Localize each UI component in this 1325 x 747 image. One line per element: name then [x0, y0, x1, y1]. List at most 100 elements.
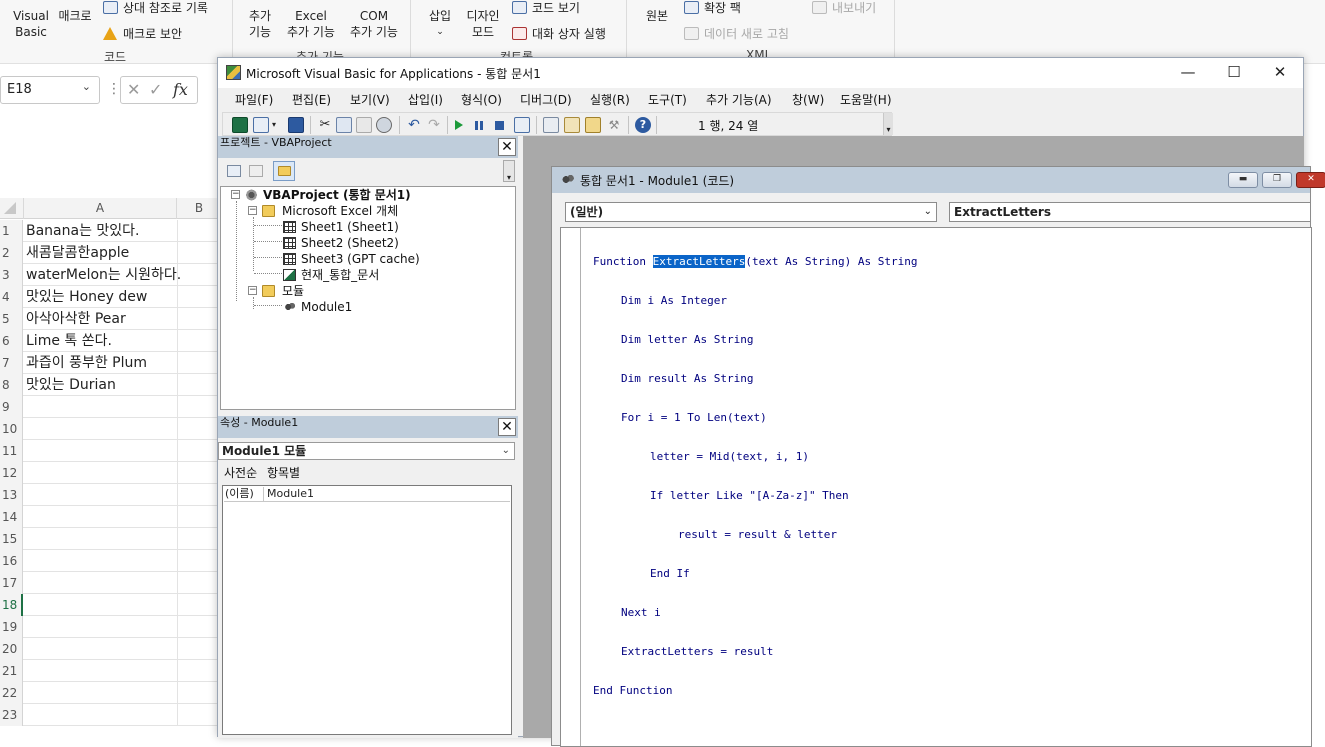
tab-categorized[interactable]: 항목별	[267, 466, 300, 480]
cell-a[interactable]	[26, 550, 176, 572]
menu-edit[interactable]: 편집(E)	[292, 91, 331, 108]
row-number[interactable]: 1	[0, 220, 23, 242]
row-number[interactable]: 2	[0, 242, 23, 264]
code-minimize-button[interactable]: ▬	[1228, 172, 1258, 188]
cell-a[interactable]: 맛있는 Honey dew	[26, 286, 176, 308]
design-mode-icon[interactable]	[514, 117, 530, 133]
menu-debug[interactable]: 디버그(D)	[520, 91, 572, 108]
row-number[interactable]: 21	[0, 660, 23, 682]
tree-item-sheet2[interactable]: Sheet2 (Sheet2)	[301, 236, 399, 251]
cell-a[interactable]	[26, 462, 176, 484]
tree-item-sheet3[interactable]: Sheet3 (GPT cache)	[301, 252, 420, 267]
run-dialog-button[interactable]: 대화 상자 실행	[512, 26, 606, 42]
menu-tools[interactable]: 도구(T)	[648, 91, 687, 108]
cell-a[interactable]: waterMelon는 시원하다.	[26, 264, 181, 286]
code-restore-button[interactable]: ❐	[1262, 172, 1292, 188]
row-number[interactable]: 9	[0, 396, 23, 418]
properties-icon[interactable]	[564, 117, 580, 133]
chevron-down-icon[interactable]: ⌄	[502, 443, 510, 459]
row-number[interactable]: 20	[0, 638, 23, 660]
row-number[interactable]: 3	[0, 264, 23, 286]
insert-module-icon[interactable]	[253, 117, 269, 133]
menu-file[interactable]: 파일(F)	[235, 91, 273, 108]
enter-icon[interactable]: ✓	[149, 80, 162, 99]
row-number[interactable]: 11	[0, 440, 23, 462]
xml-source-button[interactable]: 원본	[640, 8, 674, 24]
row-number[interactable]: 23	[0, 704, 23, 726]
cell-a[interactable]	[26, 704, 176, 726]
reset-icon[interactable]	[495, 121, 504, 130]
cell-a[interactable]	[26, 484, 176, 506]
code-editor[interactable]: Function ExtractLetters(text As String) …	[560, 227, 1312, 747]
cell-a[interactable]	[26, 396, 176, 418]
row-number[interactable]: 10	[0, 418, 23, 440]
row-number[interactable]: 19	[0, 616, 23, 638]
paste-icon[interactable]	[356, 117, 372, 133]
menu-run[interactable]: 실행(R)	[590, 91, 630, 108]
tree-item-sheet1[interactable]: Sheet1 (Sheet1)	[301, 220, 399, 235]
close-icon[interactable]: ✕	[498, 418, 516, 436]
more-options-icon[interactable]: ⋮	[107, 81, 121, 97]
chevron-down-icon[interactable]: ⌄	[82, 80, 91, 93]
cell-a[interactable]	[26, 616, 176, 638]
menu-help[interactable]: 도움말(H)	[840, 91, 892, 108]
row-number[interactable]: 5	[0, 308, 23, 330]
close-icon[interactable]: ✕	[498, 138, 516, 156]
toolbar-overflow[interactable]: ▾	[883, 113, 893, 135]
cut-icon[interactable]: ✂	[317, 117, 333, 133]
cell-a[interactable]	[26, 660, 176, 682]
macro-button[interactable]: 매크로	[55, 8, 95, 24]
help-icon[interactable]: ?	[635, 117, 651, 133]
code-margin[interactable]	[561, 228, 581, 746]
cell-a[interactable]	[26, 528, 176, 550]
menu-addins[interactable]: 추가 기능(A)	[706, 91, 772, 108]
design-mode-button[interactable]: 디자인 모드	[462, 8, 504, 40]
cell-a[interactable]: Banana는 맛있다.	[26, 220, 176, 242]
com-addins-button[interactable]: COM 추가 기능	[345, 8, 403, 40]
cell-a[interactable]	[26, 594, 176, 616]
insert-control-button[interactable]: 삽입 ⌄	[424, 8, 456, 40]
row-number[interactable]: 7	[0, 352, 23, 374]
cell-a[interactable]: 새콤달콤한apple	[26, 242, 176, 264]
chevron-down-icon[interactable]: ⌄	[924, 203, 932, 221]
row-number[interactable]: 8	[0, 374, 23, 396]
object-browser-icon[interactable]	[585, 117, 601, 133]
code-close-button[interactable]: ✕	[1296, 172, 1325, 188]
cell-a[interactable]: Lime 톡 쏜다.	[26, 330, 176, 352]
name-box[interactable]: E18 ⌄	[0, 76, 100, 104]
tree-item-module1[interactable]: Module1	[301, 300, 352, 315]
copy-icon[interactable]	[336, 117, 352, 133]
menu-window[interactable]: 창(W)	[792, 91, 824, 108]
insert-function-icon[interactable]: fx	[173, 80, 188, 99]
menu-format[interactable]: 형식(O)	[461, 91, 502, 108]
toolbox-icon[interactable]: ⚒	[606, 117, 622, 133]
object-select[interactable]: (일반) ⌄	[565, 202, 937, 222]
row-number[interactable]: 13	[0, 484, 23, 506]
collapse-icon[interactable]: −	[248, 206, 257, 215]
row-number[interactable]: 18	[0, 594, 23, 616]
export-button[interactable]: 내보내기	[812, 0, 876, 16]
find-icon[interactable]	[376, 117, 392, 133]
menu-view[interactable]: 보기(V)	[350, 91, 390, 108]
run-icon[interactable]	[455, 120, 463, 130]
property-value[interactable]: Module1	[267, 487, 314, 501]
scroll-arrow-icon[interactable]: ▾	[503, 160, 515, 182]
row-number[interactable]: 22	[0, 682, 23, 704]
cell-a[interactable]	[26, 418, 176, 440]
visual-basic-button[interactable]: Visual Basic	[12, 8, 50, 40]
minimize-button[interactable]: —	[1165, 58, 1211, 88]
properties-object-select[interactable]: Module1 모듈 ⌄	[218, 442, 515, 460]
cell-a[interactable]	[26, 506, 176, 528]
toggle-folders-button[interactable]	[273, 161, 295, 181]
excel-addins-button[interactable]: Excel 추가 기능	[282, 8, 340, 40]
tab-alphabetic[interactable]: 사전순	[224, 466, 257, 480]
undo-icon[interactable]: ↶	[406, 117, 422, 133]
relative-reference-button[interactable]: 상대 참조로 기록	[103, 0, 208, 16]
save-icon[interactable]	[288, 117, 304, 133]
break-icon[interactable]	[475, 121, 483, 130]
procedure-select[interactable]: ExtractLetters	[949, 202, 1311, 222]
code-text[interactable]: Function ExtractLetters(text As String) …	[593, 229, 918, 723]
tree-item-thisworkbook[interactable]: 현재_통합_문서	[301, 268, 379, 283]
property-row[interactable]: (이름) Module1	[224, 487, 510, 502]
macro-security-button[interactable]: 매크로 보안	[103, 26, 182, 42]
